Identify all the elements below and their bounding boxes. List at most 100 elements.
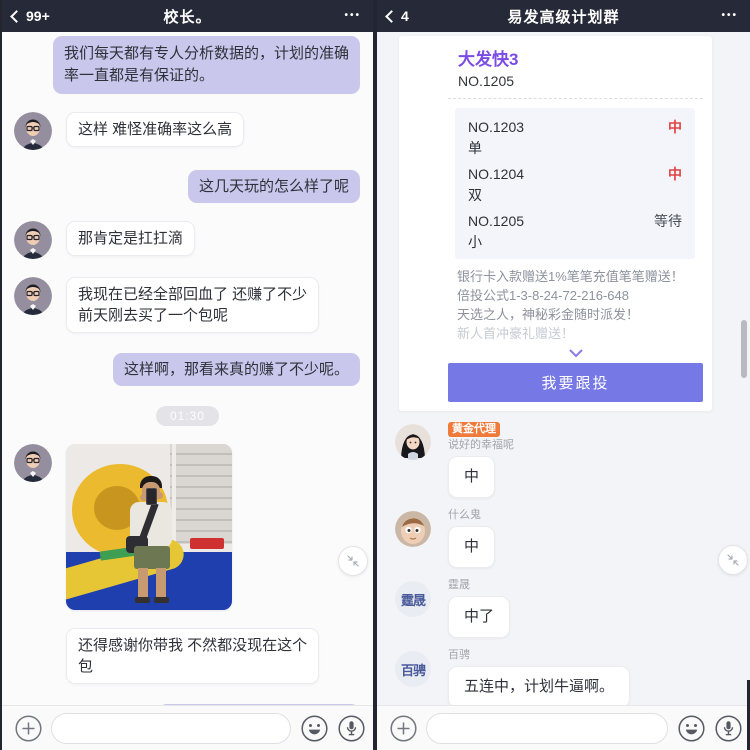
plan-result: 等待: [654, 213, 682, 229]
photo-person-shorts: [134, 546, 170, 569]
avatar-man[interactable]: [14, 221, 52, 259]
message-row-sent: 我们每天都有专人分析数据的，计划的准确 率一直都是有保证的。: [2, 36, 373, 94]
left-input-bar: [2, 705, 373, 750]
group-chat-panel: 4 易发高级计划群 ••• 大发快3 NO.1205 NO.1203 中单 NO.1…: [377, 0, 750, 750]
avatar-baby-graphic: [395, 511, 431, 547]
photo-shelf: [170, 444, 232, 544]
received-message-bubble[interactable]: 还得感谢你带我 不然都没现在这个 包: [66, 628, 320, 684]
plan-promo-lines: 银行卡入款赠送1%笔笔充值笔笔赠送！ 倍投公式1-3-8-24-72-216-64…: [457, 267, 703, 343]
left-chat-header: 99+ 校长。 •••: [2, 0, 373, 32]
plus-icon: [14, 714, 42, 742]
collapse-button[interactable]: [718, 545, 748, 575]
unread-count: 99+: [26, 8, 50, 24]
avatar-girl[interactable]: [395, 424, 431, 460]
avatar-text[interactable]: 霆晟: [395, 581, 431, 617]
message-input[interactable]: [426, 712, 668, 744]
right-chat-body[interactable]: 大发快3 NO.1205 NO.1203 中单 NO.1204 中双 NO.1205 等待…: [377, 32, 750, 705]
screen-edge-left: [0, 0, 2, 750]
plan-history-list: NO.1203 中单 NO.1204 中双 NO.1205 等待小: [455, 108, 695, 259]
emoji-button[interactable]: [300, 714, 328, 742]
message-input[interactable]: [51, 712, 291, 744]
sent-message-bubble[interactable]: 我们每天都有专人分析数据的，计划的准确 率一直都是有保证的。: [52, 36, 360, 94]
attach-plus-button[interactable]: [389, 714, 417, 742]
avatar-man-graphic: [14, 112, 52, 150]
plan-pick: 单: [468, 140, 482, 156]
back-chevron-icon: [385, 10, 398, 23]
panel-divider: [373, 0, 377, 750]
attach-plus-button[interactable]: [14, 714, 42, 742]
avatar-text[interactable]: 百骋: [395, 651, 431, 687]
sent-message-bubble[interactable]: 这样啊，那看来真的赚了不少呢。: [112, 353, 360, 386]
group-message-row: 霆晟 霆晟 中了: [377, 579, 750, 638]
voice-button[interactable]: [714, 714, 742, 742]
emoji-icon: [300, 714, 328, 742]
promo-line: 新人首冲豪礼赠送！: [457, 326, 575, 341]
avatar-man-graphic: [14, 277, 52, 315]
plus-icon: [389, 714, 417, 742]
photo-person-hand: [156, 492, 163, 499]
received-message-bubble[interactable]: 中了: [448, 596, 511, 638]
chat-title: 易发高级计划群: [507, 8, 620, 26]
sender-name: 说好的幸福呢: [448, 439, 514, 451]
right-input-bar: [377, 705, 750, 750]
plan-issue-number: NO.1205: [468, 213, 525, 229]
scrollbar-thumb[interactable]: [741, 320, 747, 378]
sent-message-bubble[interactable]: 这几天玩的怎么样了呢: [187, 170, 360, 203]
back-button[interactable]: 4: [385, 8, 409, 24]
avatar-girl-graphic: [395, 424, 431, 460]
plan-row: NO.1203 中: [455, 112, 695, 136]
promo-line: 天选之人，神秘彩金随时派发！: [457, 307, 640, 322]
avatar-man-graphic: [14, 221, 52, 259]
more-menu-button[interactable]: •••: [344, 11, 361, 21]
avatar-man[interactable]: [14, 112, 52, 150]
message-row-received: 我现在已经全部回血了 还赚了不少 前天刚去买了一个包呢: [2, 277, 373, 333]
collapse-arrows-icon: [347, 555, 359, 567]
avatar-man-graphic: [14, 444, 52, 482]
plan-pick: 双: [468, 187, 482, 203]
plan-issue-number: NO.1203: [468, 119, 525, 135]
sender-name: 百骋: [448, 649, 470, 661]
group-message-body: 霆晟 中了: [448, 579, 511, 638]
follow-bet-button[interactable]: 我要跟投: [448, 363, 703, 402]
plan-issue-number: NO.1204: [468, 166, 525, 182]
photo-person-sandal: [135, 597, 150, 603]
avatar-man[interactable]: [14, 444, 52, 482]
plan-game-title: 大发快3: [458, 50, 519, 69]
collapse-button[interactable]: [338, 546, 368, 576]
more-menu-button[interactable]: •••: [721, 11, 738, 21]
message-row-received: 还得感谢你带我 不然都没现在这个 包: [2, 628, 373, 684]
photo-person-leg: [156, 568, 166, 598]
photo-message[interactable]: [66, 444, 232, 610]
group-message-row: 百骋 百骋 五连中，计划牛逼啊。: [377, 649, 750, 705]
received-message-bubble[interactable]: 这样 难怪准确率这么高: [66, 112, 245, 147]
received-message-bubble[interactable]: 五连中，计划牛逼啊。: [448, 666, 631, 705]
photo-red-bench: [190, 538, 224, 549]
right-message-list: 黄金代理说好的幸福呢中 什么鬼中霆晟霆晟中了百骋百骋五连中，计划牛逼啊。伊美伊美…: [377, 422, 750, 705]
sender-name: 霆晟: [448, 579, 470, 591]
message-row-received: 那肯定是扛扛滴: [2, 221, 373, 259]
chat-title: 校长。: [163, 8, 212, 26]
back-button[interactable]: 99+: [10, 8, 50, 24]
received-message-bubble[interactable]: 中: [448, 526, 496, 568]
left-chat-body[interactable]: 我们每天都有专人分析数据的，计划的准确 率一直都是有保证的。 这样 难怪准确率这…: [2, 32, 373, 705]
agent-badge: 黄金代理: [448, 422, 500, 437]
received-message-bubble[interactable]: 中: [448, 456, 496, 498]
group-message-row: 黄金代理说好的幸福呢中: [377, 422, 750, 498]
received-message-bubble[interactable]: 我现在已经全部回血了 还赚了不少 前天刚去买了一个包呢: [66, 277, 320, 333]
received-message-bubble[interactable]: 那肯定是扛扛滴: [66, 221, 196, 256]
avatar-man[interactable]: [14, 277, 52, 315]
plan-result: 中: [668, 119, 682, 135]
promo-line: 倍投公式1-3-8-24-72-216-648: [457, 288, 629, 303]
chevron-down-icon: [569, 349, 582, 357]
unread-count: 4: [401, 8, 409, 24]
plan-result: 中: [668, 166, 682, 182]
avatar-baby[interactable]: [395, 511, 431, 547]
expand-toggle[interactable]: [448, 345, 703, 359]
plan-pick: 小: [468, 234, 482, 250]
mic-icon: [337, 714, 365, 742]
emoji-button[interactable]: [677, 714, 705, 742]
message-row-sent: 这样啊，那看来真的赚了不少呢。: [2, 353, 373, 386]
voice-button[interactable]: [337, 714, 365, 742]
collapse-arrows-icon: [727, 554, 739, 566]
right-chat-header: 4 易发高级计划群 •••: [377, 0, 750, 32]
